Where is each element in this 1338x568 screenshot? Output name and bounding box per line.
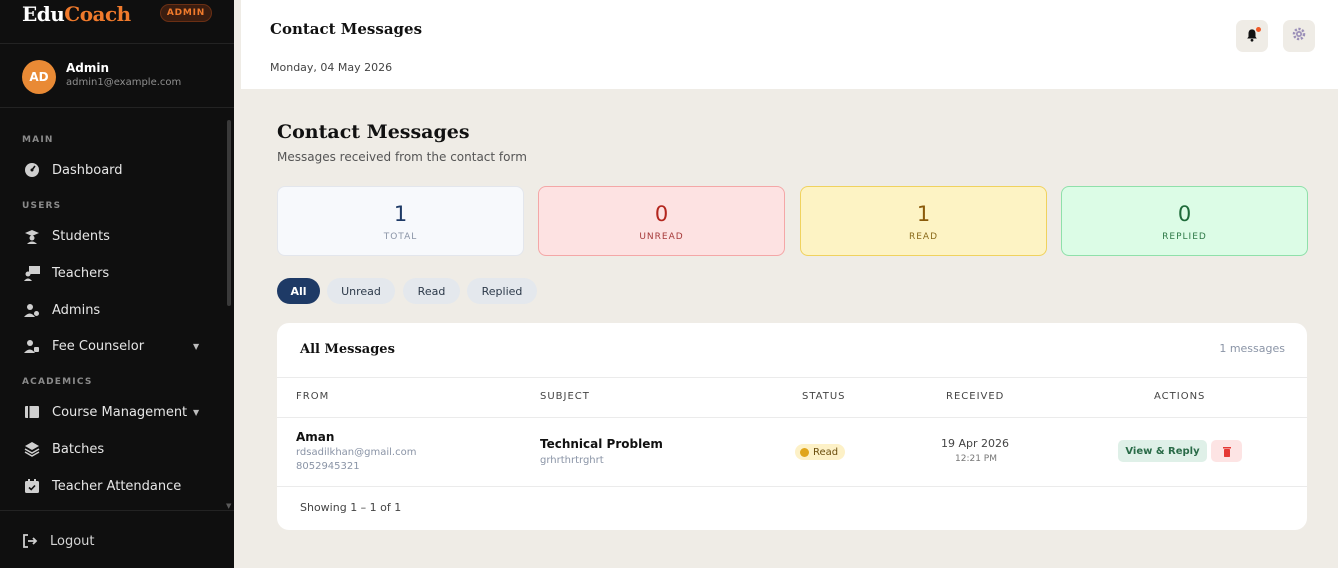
scrollbar-thumb[interactable] (227, 120, 231, 306)
sidebar-item-label: Admins (52, 302, 101, 318)
filter-all[interactable]: All (277, 278, 320, 304)
divider (0, 107, 234, 108)
filter-replied[interactable]: Replied (467, 278, 537, 304)
sidebar-item-teachers[interactable]: Teachers (0, 258, 222, 288)
book-icon (24, 404, 40, 420)
column-header-received: RECEIVED (946, 391, 1005, 402)
sidebar-item-fee-counselor[interactable]: Fee Counselor ▼ (0, 331, 222, 361)
settings-button[interactable] (1283, 20, 1315, 52)
delete-button[interactable] (1211, 440, 1242, 462)
top-header: Contact Messages Monday, 04 May 2026 (241, 0, 1338, 89)
sidebar-item-teacher-attendance[interactable]: Teacher Attendance (0, 471, 222, 501)
view-reply-button[interactable]: View & Reply (1118, 440, 1207, 462)
scroll-down-icon[interactable]: ▼ (226, 502, 231, 510)
header-title: Contact Messages (270, 20, 423, 38)
divider (0, 510, 234, 511)
sender-name: Aman (296, 430, 335, 444)
section-label-academics: ACADEMICS (22, 377, 93, 387)
sender-email: rdsadilkhan@gmail.com (296, 447, 417, 458)
sidebar-item-course-management[interactable]: Course Management ▼ (0, 397, 222, 427)
page-subtitle: Messages received from the contact form (277, 150, 527, 164)
stat-card-total: 1 TOTAL (277, 186, 524, 256)
stat-value: 0 (654, 202, 669, 226)
sidebar-item-students[interactable]: Students (0, 221, 222, 251)
logout-icon (22, 533, 38, 549)
layers-icon (24, 441, 40, 457)
column-header-actions: ACTIONS (1154, 391, 1206, 402)
trash-icon (1222, 442, 1231, 461)
logout-button[interactable]: Logout (0, 528, 234, 556)
column-header-status: STATUS (802, 391, 846, 402)
received-date: 19 Apr 2026 (941, 437, 1010, 450)
sidebar-item-label: Students (52, 228, 110, 244)
message-subject: Technical Problem (540, 437, 663, 451)
sidebar-item-dashboard[interactable]: Dashboard (0, 155, 222, 185)
avatar: AD (22, 60, 56, 94)
sidebar-item-label: Teachers (52, 265, 110, 281)
gear-icon (1291, 26, 1307, 46)
sidebar-item-admins[interactable]: Admins (0, 295, 222, 325)
sidebar-item-batches[interactable]: Batches (0, 434, 222, 464)
sidebar-item-label: Fee Counselor (52, 338, 145, 354)
sender-phone: 8052945321 (296, 461, 360, 472)
role-badge: ADMIN (160, 4, 212, 22)
calendar-check-icon (24, 478, 40, 494)
logout-label: Logout (50, 534, 95, 549)
sidebar: EduCoach ADMIN AD Admin admin1@example.c… (0, 0, 234, 568)
column-header-subject: SUBJECT (540, 391, 590, 402)
stat-card-read: 1 READ (800, 186, 1047, 256)
status-dot-icon (800, 447, 809, 457)
sidebar-item-label: Batches (52, 441, 105, 457)
filter-unread[interactable]: Unread (327, 278, 395, 304)
section-label-main: MAIN (22, 135, 54, 145)
message-count: 1 messages (1219, 342, 1285, 355)
messages-card: All Messages 1 messages FROM SUBJECT STA… (277, 323, 1307, 530)
brand-logo[interactable]: EduCoach (22, 2, 131, 26)
header-date: Monday, 04 May 2026 (270, 61, 393, 74)
caret-down-icon: ▼ (193, 341, 200, 351)
teacher-icon (24, 265, 40, 281)
message-preview: grhrthrtrghrt (540, 455, 604, 466)
admin-user-icon (24, 302, 40, 318)
counselor-icon (24, 338, 40, 354)
dashboard-icon (24, 162, 40, 178)
status-label: Read (813, 446, 839, 458)
notification-dot (1256, 27, 1261, 32)
status-badge: Read (795, 444, 846, 460)
card-title: All Messages (300, 342, 395, 357)
received-time: 12:21 PM (955, 454, 997, 464)
column-header-from: FROM (296, 391, 330, 402)
stat-value: 1 (916, 202, 931, 226)
sidebar-scrollbar[interactable]: ▼ (226, 118, 232, 510)
user-email: admin1@example.com (66, 77, 182, 88)
sidebar-item-label: Course Management (52, 404, 188, 420)
stat-label: UNREAD (639, 232, 684, 242)
caret-down-icon: ▼ (193, 407, 200, 417)
stat-label: READ (908, 232, 939, 242)
filter-read[interactable]: Read (403, 278, 460, 304)
stat-label: REPLIED (1162, 232, 1207, 242)
divider (0, 43, 234, 44)
divider (277, 417, 1307, 418)
stat-value: 0 (1177, 202, 1192, 226)
student-icon (24, 228, 40, 244)
divider (277, 486, 1307, 487)
stat-label: TOTAL (383, 232, 418, 242)
stat-value: 1 (393, 202, 408, 226)
stat-card-unread: 0 UNREAD (538, 186, 785, 256)
section-label-users: USERS (22, 201, 62, 211)
user-name: Admin (66, 61, 110, 75)
sidebar-item-label: Dashboard (52, 162, 123, 178)
notifications-button[interactable] (1236, 20, 1268, 52)
stat-card-replied: 0 REPLIED (1061, 186, 1308, 256)
pagination-summary: Showing 1 – 1 of 1 (300, 501, 402, 514)
divider (277, 377, 1307, 378)
sidebar-item-label: Teacher Attendance (52, 478, 182, 494)
page-title: Contact Messages (277, 121, 470, 143)
